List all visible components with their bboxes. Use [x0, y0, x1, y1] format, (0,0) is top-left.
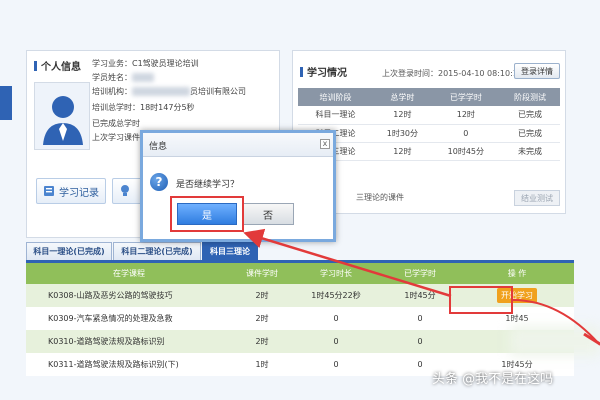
watermark: 头条 @我不是在这吗	[432, 372, 554, 387]
arrow-tail	[512, 299, 600, 346]
arrow-to-yes	[243, 228, 452, 298]
annotation-arrows	[243, 228, 600, 346]
